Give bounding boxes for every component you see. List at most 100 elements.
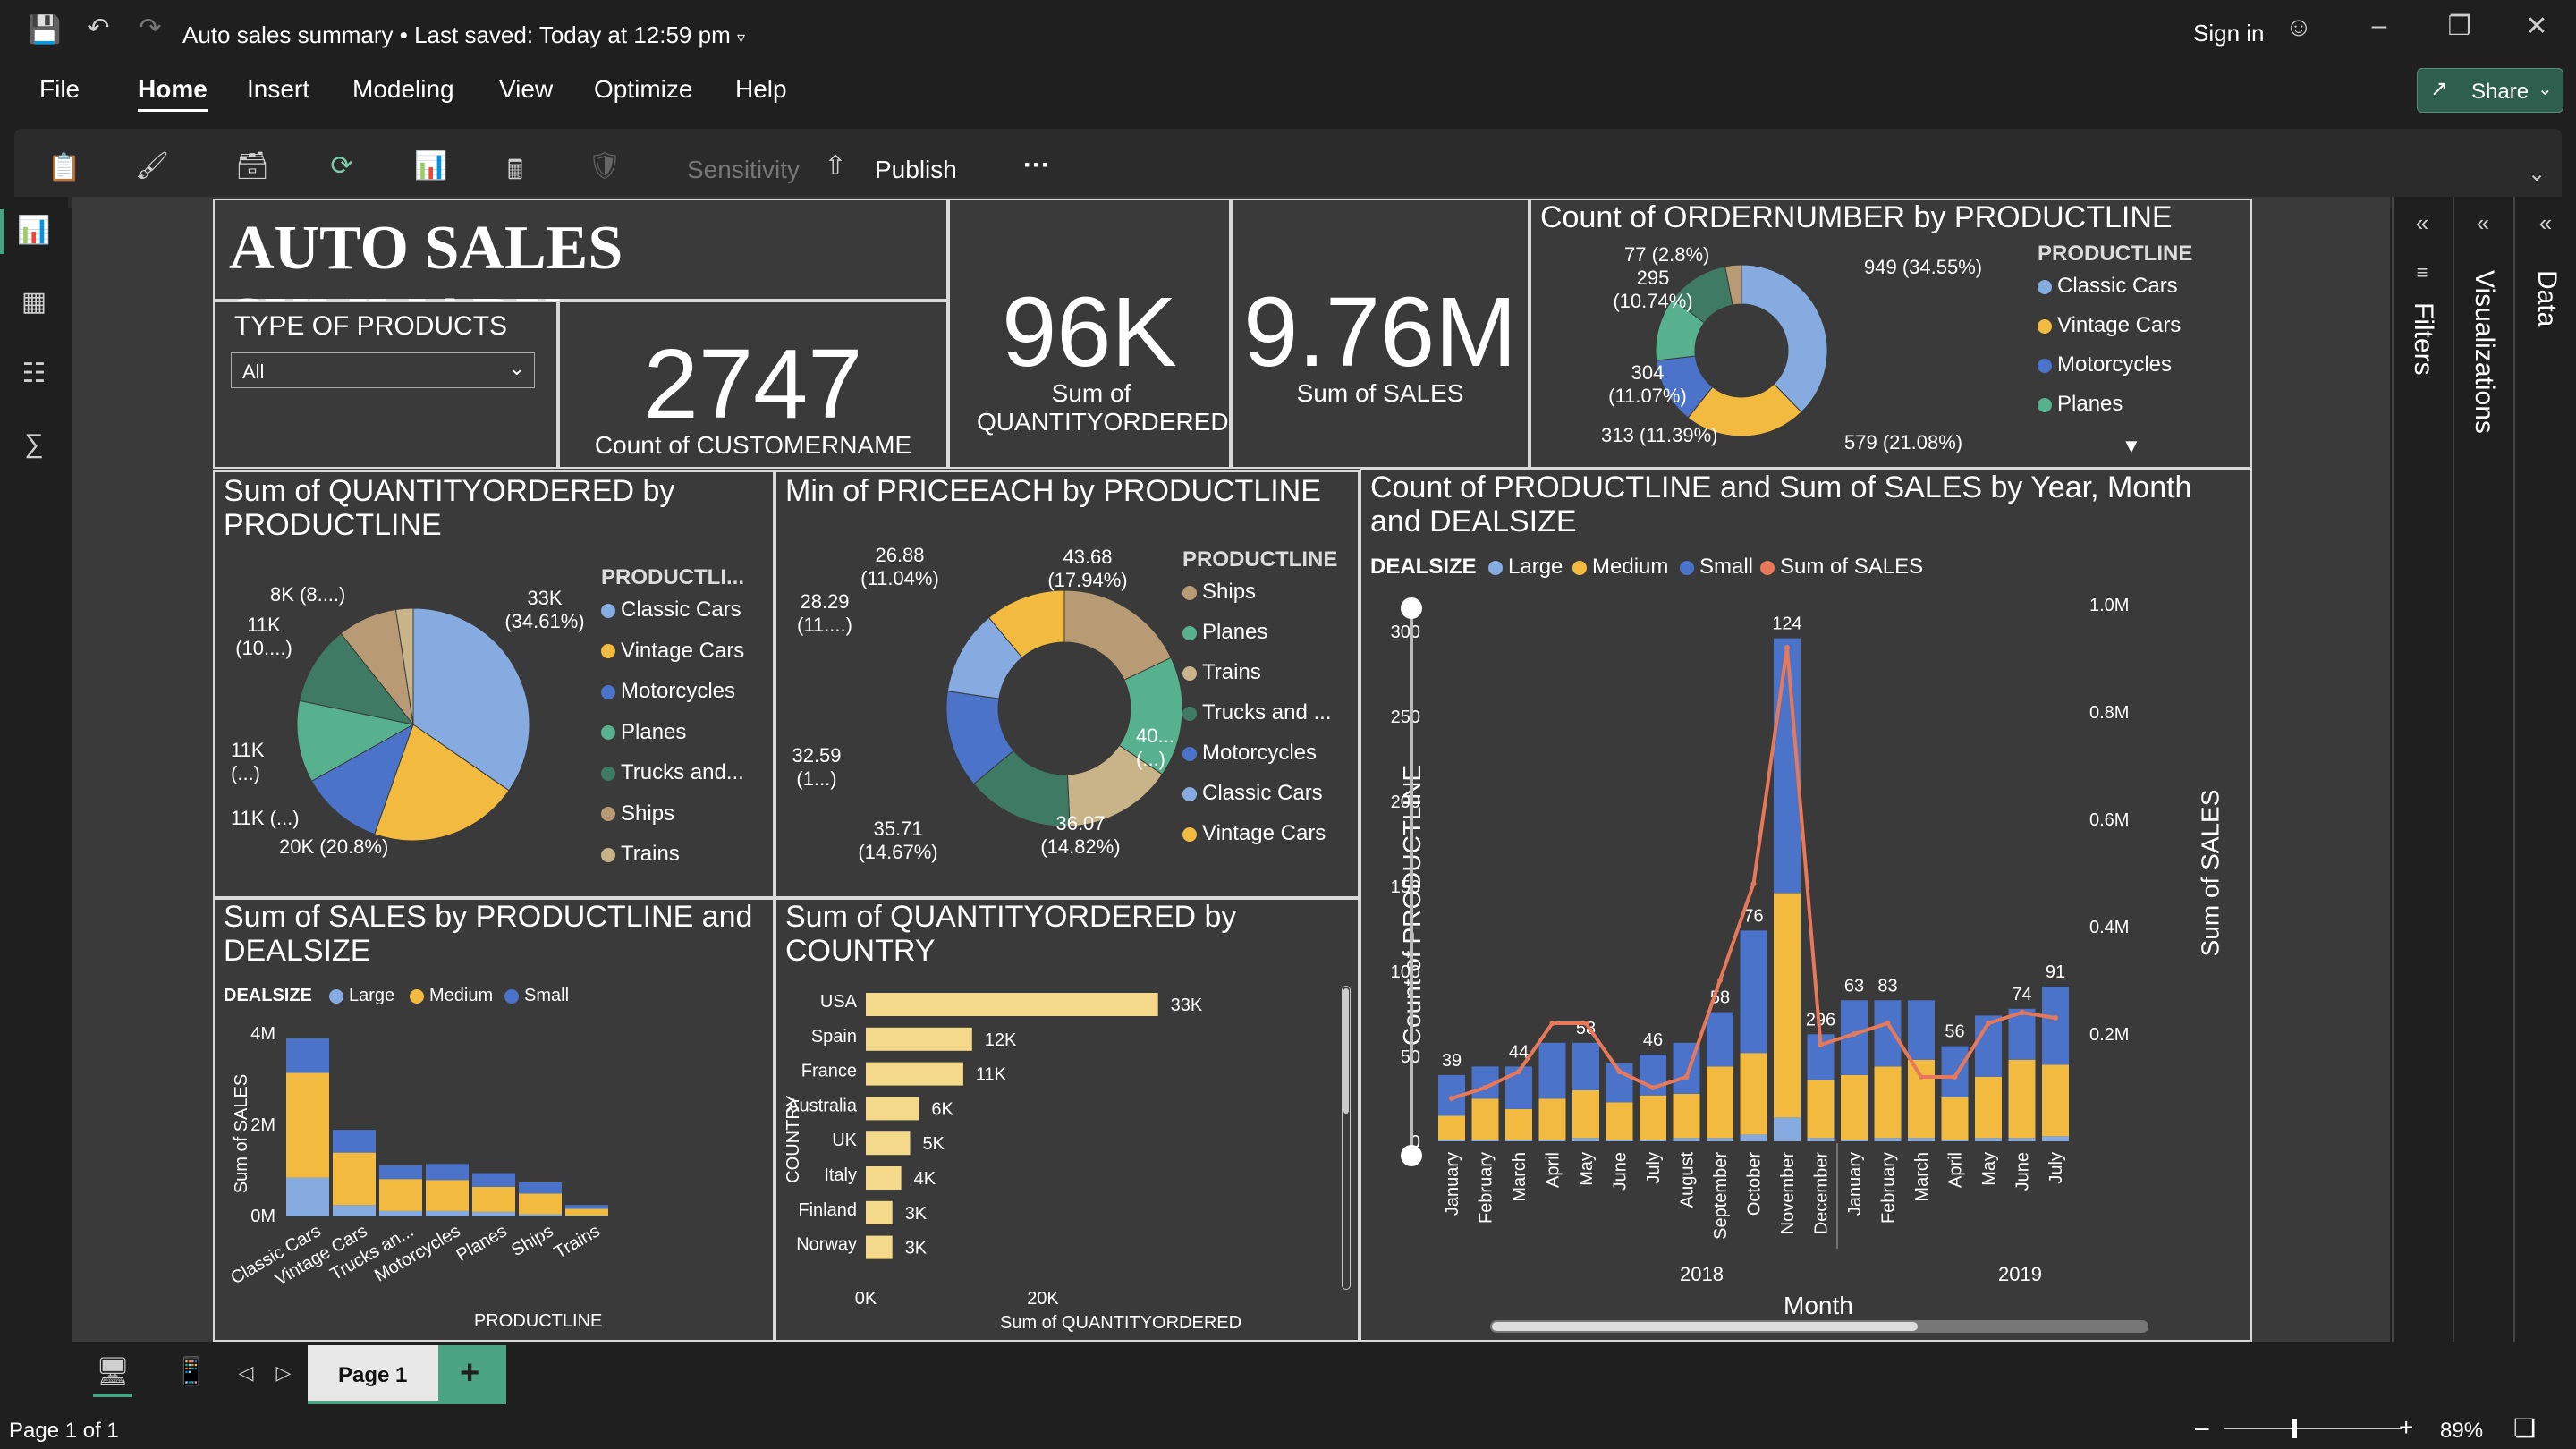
expand-pane-icon[interactable]: « [2404,209,2440,237]
data-label: 83 [1877,976,1897,996]
sensitivity-icon[interactable]: 🛡 [587,150,623,182]
bar-segment [286,1177,329,1216]
legend-item[interactable]: Vintage Cars [2038,313,2181,338]
model-view-icon[interactable]: ☷ [16,358,52,389]
legend-item[interactable]: Vintage Cars [1182,821,1326,846]
menu-help[interactable]: Help [735,75,787,104]
legend-label: Motorcycles [621,679,736,703]
visualizations-pane[interactable]: « Visualizations [2453,197,2513,1342]
x-tick-label: 0K [855,1289,877,1309]
avatar-icon[interactable]: ☺ [2281,13,2317,43]
slicer-dropdown[interactable]: All ⌄ [231,352,535,388]
sensitivity-label[interactable]: Sensitivity [687,156,800,184]
redo-icon[interactable]: ↷ [132,13,168,44]
chevron-down-icon[interactable]: ▿ [737,29,745,47]
menu-optimize[interactable]: Optimize [594,75,692,104]
y2-tick-label: 0.8M [2089,703,2129,723]
fit-to-page-icon[interactable]: ❏ [2513,1413,2536,1443]
paste-icon[interactable]: 📋 [47,152,82,183]
bar-segment [426,1164,469,1181]
desktop-layout-icon[interactable]: 🖥 [95,1356,131,1387]
expand-pane-icon[interactable]: « [2528,209,2563,237]
table-view-icon[interactable]: ▦ [16,286,52,318]
visualizations-pane-label[interactable]: Visualizations [2469,270,2499,434]
collapse-ribbon-icon[interactable]: ⌄ [2519,161,2555,187]
menu-home[interactable]: Home [138,75,208,112]
zoom-in-icon[interactable]: + [2399,1413,2413,1442]
horizontal-scrollbar[interactable] [1490,1320,2148,1333]
legend-label: Planes [621,719,687,744]
legend-item[interactable]: Vintage Cars [601,639,744,664]
x-tick-label: June [1611,1152,1631,1191]
get-data-icon[interactable]: 🗃 [225,150,279,182]
publish-icon[interactable]: ⇧ [818,150,853,182]
menu-modeling[interactable]: Modeling [352,75,454,104]
save-icon[interactable]: 💾 [27,14,63,46]
previous-page-icon[interactable]: ◁ [234,1361,258,1385]
scrollbar[interactable] [1342,986,1351,1290]
data-pane[interactable]: « Data [2513,197,2576,1342]
minimize-icon[interactable]: – [2361,11,2397,41]
refresh-icon[interactable]: ⟳ [324,150,360,182]
zoom-out-icon[interactable]: – [2195,1413,2209,1442]
legend-label: Trains [1202,660,1261,684]
legend-item[interactable]: Motorcycles [1182,741,1317,766]
legend-scroll-down-icon[interactable]: ▼ [2122,435,2141,458]
menu-insert[interactable]: Insert [247,75,309,104]
legend-item[interactable]: Trucks and... [601,760,744,785]
menu-file[interactable]: File [39,75,80,104]
more-options-icon[interactable]: ··· [1023,150,1050,181]
publish-button[interactable]: Publish [875,156,957,184]
bar-segment [1740,1134,1767,1141]
legend-label: Trucks and... [621,760,744,784]
filters-pane[interactable]: « ≡ Filters [2392,197,2453,1342]
legend-item[interactable]: Ships [601,801,674,826]
mobile-layout-icon[interactable]: 📱 [174,1356,209,1387]
legend-item[interactable]: Trucks and ... [1182,700,1332,725]
data-pane-label[interactable]: Data [2531,270,2562,326]
legend-item[interactable]: Motorcycles [601,679,735,704]
filters-pane-label[interactable]: Filters [2408,302,2438,376]
legend-item[interactable]: Ships [1182,580,1256,605]
legend-item[interactable]: Classic Cars [2038,274,2178,299]
bar-segment [1774,893,1801,1118]
share-button[interactable]: ↗ Share ⌄ [2417,68,2563,113]
expand-pane-icon[interactable]: « [2465,209,2501,237]
report-view-icon[interactable]: 📊 [16,215,52,246]
slider-handle-top[interactable] [1401,597,1422,619]
y-tick-label: France [801,1062,857,1081]
legend-item[interactable]: Classic Cars [1182,781,1323,806]
zoom-slider-thumb[interactable] [2292,1419,2297,1438]
y-tick-label: Finland [798,1200,857,1220]
legend-item[interactable]: Trains [1182,660,1261,685]
legend-item[interactable]: Classic Cars [601,597,741,623]
zoom-slider[interactable] [2224,1419,2402,1438]
filter-icon[interactable]: ≡ [2404,261,2440,284]
legend-item[interactable]: Motorcycles [2038,352,2172,377]
sign-in-link[interactable]: Sign in [2193,20,2265,47]
restore-icon[interactable]: ❐ [2442,11,2478,42]
add-page-button[interactable]: + [438,1345,506,1404]
scrollbar-thumb[interactable] [1492,1322,1918,1331]
page-tab[interactable]: Page 1 [308,1345,438,1404]
format-painter-icon[interactable]: 🖌 [134,150,170,182]
scrollbar-thumb[interactable] [1343,988,1349,1114]
next-page-icon[interactable]: ▷ [272,1361,295,1385]
slider-handle-bottom[interactable] [1401,1145,1422,1166]
legend-item[interactable]: Trains [601,842,680,867]
zoom-level[interactable]: 89% [2440,1419,2483,1444]
axis-label: Sum of QUANTITYORDERED [1000,1313,1242,1333]
close-icon[interactable]: ✕ [2519,11,2555,42]
dax-query-icon[interactable]: ∑ [16,429,52,460]
legend-item[interactable]: Planes [1182,620,1267,645]
title-bar: 💾 ↶ ↷ Auto sales summary • Last saved: T… [0,0,2576,66]
range-slider[interactable] [1401,597,1422,1166]
calculator-icon[interactable]: 🖩 [497,150,533,196]
undo-icon[interactable]: ↶ [80,13,116,44]
menu-view[interactable]: View [499,75,553,104]
legend-item[interactable]: Planes [2038,392,2123,417]
legend-item[interactable]: Planes [601,720,686,745]
country-bar-chart: USA 33KSpain 12KFrance 11KAustralia 6KUK 5KIt… [787,992,1203,1309]
new-visual-icon[interactable]: 📊 [413,150,449,182]
status-bar: Page 1 of 1 – + 89% ❏ [0,1410,2576,1449]
